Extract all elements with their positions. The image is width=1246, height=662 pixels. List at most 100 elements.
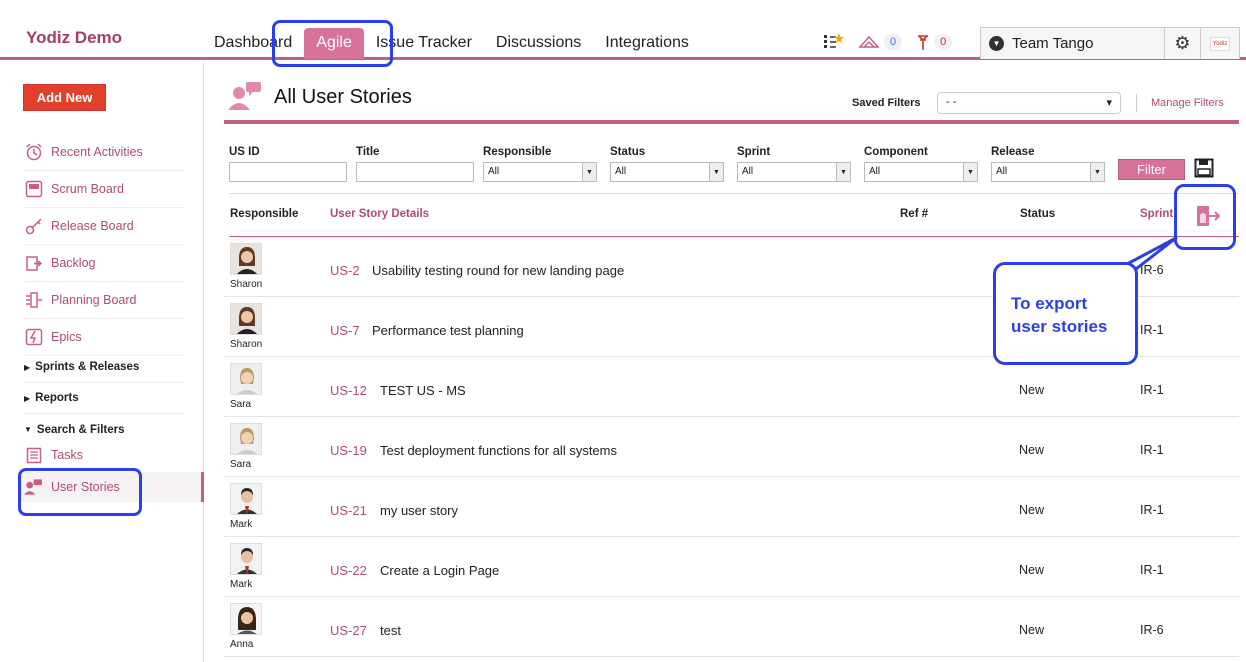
- sprint-value[interactable]: IR-6: [1140, 623, 1164, 637]
- status-value: New: [1019, 623, 1045, 637]
- user-story-title[interactable]: TEST US - MS: [380, 383, 466, 398]
- status-icons: 0 0: [822, 32, 953, 52]
- sidebar-item-label: Planning Board: [51, 293, 137, 307]
- checklist-star-icon[interactable]: [822, 32, 844, 52]
- col-sprint[interactable]: Sprint: [1140, 208, 1173, 220]
- export-callout: To export user stories: [993, 262, 1138, 365]
- table-row[interactable]: Sara US-19 Test deployment functions for…: [224, 417, 1239, 477]
- user-story-title[interactable]: Test deployment functions for all system…: [380, 443, 617, 458]
- us-id-input[interactable]: [229, 162, 347, 182]
- sprint-value[interactable]: IR-1: [1140, 443, 1164, 457]
- user-story-title[interactable]: Create a Login Page: [380, 563, 499, 578]
- filter-us-id: US ID: [229, 146, 347, 182]
- gear-icon[interactable]: ⚙: [1165, 28, 1201, 59]
- user-story-id[interactable]: US-12: [330, 383, 367, 398]
- sprint-value[interactable]: IR-1: [1140, 323, 1164, 337]
- col-ref[interactable]: Ref #: [900, 208, 928, 220]
- status-value: New: [1019, 503, 1045, 517]
- col-responsible[interactable]: Responsible: [230, 208, 298, 220]
- avatar: [230, 423, 262, 455]
- title-input[interactable]: [356, 162, 474, 182]
- user-name: Sharon: [230, 279, 263, 290]
- section-reports[interactable]: ▶ Reports: [24, 383, 184, 414]
- filter-sprint: Sprint All ▼: [737, 146, 851, 182]
- status-value: New: [1019, 443, 1045, 457]
- status-value: New: [1019, 563, 1045, 577]
- sidebar-item-label: Recent Activities: [51, 145, 143, 159]
- user-story-id[interactable]: US-27: [330, 623, 367, 638]
- tab-discussions[interactable]: Discussions: [484, 28, 593, 59]
- component-select[interactable]: All ▼: [864, 162, 978, 182]
- filter-responsible: Responsible All ▼: [483, 146, 597, 182]
- brand-name[interactable]: Yodiz Demo: [26, 28, 122, 48]
- page-title: All User Stories: [274, 86, 412, 108]
- chevron-down-icon: ▼: [582, 163, 596, 181]
- team-switcher: ▼ Team Tango ⚙ Yodiz: [980, 27, 1240, 59]
- team-name: Team Tango: [1012, 35, 1094, 52]
- chevron-down-icon: ▼: [709, 163, 723, 181]
- pin-icon: [918, 35, 929, 50]
- save-filter-icon[interactable]: [1194, 158, 1214, 184]
- user-story-id[interactable]: US-19: [330, 443, 367, 458]
- filter-release: Release All ▼: [991, 146, 1105, 182]
- release-select[interactable]: All ▼: [991, 162, 1105, 182]
- backlog-icon: [24, 254, 43, 273]
- user-story-id[interactable]: US-2: [330, 263, 360, 278]
- table-row[interactable]: Sara US-12 TEST US - MS New IR-1: [224, 357, 1239, 417]
- user-stories-highlight: [18, 468, 142, 516]
- avatar: [230, 603, 262, 635]
- top-bar: Yodiz Demo Dashboard Agile Issue Tracker…: [0, 0, 1246, 60]
- sprint-value[interactable]: IR-1: [1140, 503, 1164, 517]
- alerts-count: 0: [934, 34, 953, 50]
- table-row[interactable]: Mark US-21 my user story New IR-1: [224, 477, 1239, 537]
- avatar: [230, 303, 262, 335]
- alerts[interactable]: 0: [916, 33, 953, 51]
- user-story-id[interactable]: US-22: [330, 563, 367, 578]
- user-story-title[interactable]: Usability testing round for new landing …: [372, 263, 624, 278]
- sidebar-item-epics[interactable]: Epics: [24, 319, 184, 356]
- chevron-down-icon: ▼: [836, 163, 850, 181]
- sidebar-item-scrum-board[interactable]: Scrum Board: [24, 171, 184, 208]
- sidebar-item-label: Backlog: [51, 256, 96, 270]
- chevron-down-icon: ▼: [1090, 163, 1104, 181]
- sidebar-item-release-board[interactable]: Release Board: [24, 208, 184, 245]
- user-name: Anna: [230, 639, 254, 650]
- user-story-title[interactable]: my user story: [380, 503, 458, 518]
- user-name: Sara: [230, 399, 252, 410]
- table-row[interactable]: Mark US-22 Create a Login Page New IR-1: [224, 537, 1239, 597]
- filter-button[interactable]: Filter: [1118, 159, 1185, 180]
- tab-integrations[interactable]: Integrations: [593, 28, 701, 59]
- tasks-icon: [24, 446, 43, 465]
- filter-component: Component All ▼: [864, 146, 978, 182]
- user-story-icon: [228, 82, 261, 110]
- filter-status: Status All ▼: [610, 146, 724, 182]
- col-status[interactable]: Status: [1020, 208, 1055, 220]
- team-select[interactable]: ▼ Team Tango: [981, 28, 1165, 59]
- sidebar-item-backlog[interactable]: Backlog: [24, 245, 184, 282]
- user-story-title[interactable]: Performance test planning: [372, 323, 524, 338]
- user-story-id[interactable]: US-21: [330, 503, 367, 518]
- status-select[interactable]: All ▼: [610, 162, 724, 182]
- table-row[interactable]: Anna US-27 test New IR-6: [224, 597, 1239, 657]
- manage-filters-link[interactable]: Manage Filters: [1136, 94, 1224, 112]
- responsible-select[interactable]: All ▼: [483, 162, 597, 182]
- section-sprints-releases[interactable]: ▶ Sprints & Releases: [24, 352, 184, 383]
- sidebar-item-planning-board[interactable]: Planning Board: [24, 282, 184, 319]
- alarm-clock-icon: [24, 143, 43, 162]
- user-story-id[interactable]: US-7: [330, 323, 360, 338]
- add-new-button[interactable]: Add New: [23, 84, 106, 111]
- sprint-value[interactable]: IR-1: [1140, 383, 1164, 397]
- sidebar-item-recent-activities[interactable]: Recent Activities: [24, 134, 184, 171]
- callout-line-2: user stories: [1011, 317, 1108, 336]
- page-header: All User Stories Saved Filters - - ▾ Man…: [224, 80, 1239, 124]
- user-name: Sara: [230, 459, 252, 470]
- status-value: New: [1019, 383, 1045, 397]
- col-details[interactable]: User Story Details: [330, 208, 429, 220]
- sprint-select[interactable]: All ▼: [737, 162, 851, 182]
- sidebar-item-tasks[interactable]: Tasks: [24, 438, 184, 472]
- epic-icon: [24, 328, 43, 347]
- saved-filters-select[interactable]: - - ▾: [937, 92, 1121, 114]
- notifications[interactable]: 0: [858, 34, 903, 50]
- sprint-value[interactable]: IR-1: [1140, 563, 1164, 577]
- user-story-title[interactable]: test: [380, 623, 401, 638]
